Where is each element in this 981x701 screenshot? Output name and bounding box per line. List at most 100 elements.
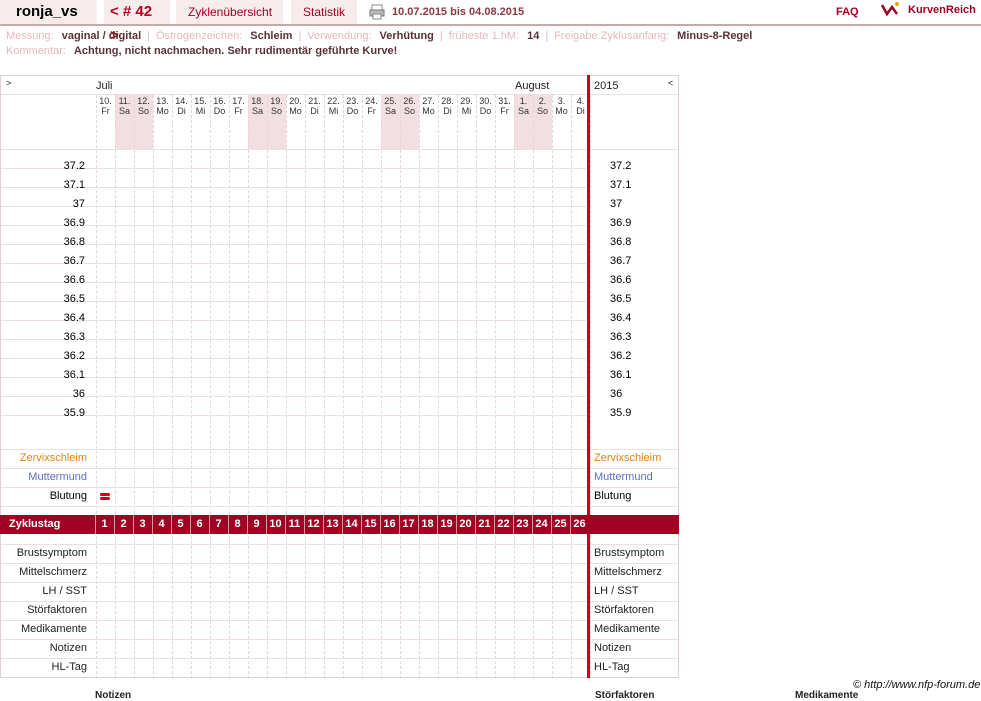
date-column-header: 27. Mo: [419, 96, 438, 149]
tab-cycle-overview[interactable]: Zyklenübersicht: [176, 0, 283, 24]
row-label-right: LH / SST: [594, 585, 639, 597]
day-number: 12.: [137, 96, 150, 106]
day-number: 15.: [194, 96, 207, 106]
cycle-day-number: 9: [253, 518, 260, 530]
date-column-header: 20. Mo: [286, 96, 305, 149]
row-label-left: Störfaktoren: [27, 604, 87, 616]
day-number: 25.: [384, 96, 397, 106]
cycle-day-number: 18: [421, 518, 434, 530]
faq-link[interactable]: FAQ: [836, 6, 859, 18]
row-label-left: Medikamente: [20, 623, 87, 635]
cycle-navigator[interactable]: < # 42 >: [104, 0, 170, 44]
day-number: 16.: [213, 96, 226, 106]
weekday: Mo: [555, 106, 568, 116]
temp-gridline: [1, 396, 586, 397]
row-label-right: Muttermund: [594, 471, 653, 483]
cycle-day-number: 16: [383, 518, 396, 530]
temp-label-left: 36.4: [63, 312, 85, 324]
weekday: Mi: [195, 106, 206, 116]
row-line: [1, 658, 678, 659]
date-column-header: 23. Do: [343, 96, 362, 149]
date-column-header: 29. Mi: [457, 96, 476, 149]
weekday: Do: [479, 106, 492, 116]
temp-gridline: [1, 415, 586, 416]
temp-gridline: [1, 301, 586, 302]
temp-label-left: 36.2: [63, 350, 85, 362]
grid-column-line: [495, 95, 496, 679]
bleeding-marker[interactable]: [100, 493, 110, 496]
date-column-header: 13. Mo: [153, 96, 172, 149]
row-label-left: Blutung: [49, 490, 87, 502]
row-line: [1, 563, 678, 564]
day-number: 29.: [460, 96, 473, 106]
grid-column-line: [381, 95, 382, 679]
copyright[interactable]: © http://www.nfp-forum.de: [853, 679, 980, 691]
cycle-day-number: 15: [364, 518, 377, 530]
cycle-day-bar: Zyklustag 1 2 3 4 5 6 7 8 9 10 11 12 13 14 15 16 17 18 19 2…: [0, 515, 679, 534]
weekday: Mo: [422, 106, 435, 116]
chart-nav-right[interactable]: <: [668, 78, 673, 88]
username-tab[interactable]: ronja_vs: [0, 0, 97, 24]
comment-row: Kommentar: Achtung, nicht nachmachen. Seh…: [6, 45, 403, 57]
tab-statistics[interactable]: Statistik: [291, 0, 357, 24]
row-line: [1, 601, 678, 602]
month-label-july: Juli: [96, 80, 113, 92]
row-label-left: Zervixschleim: [19, 452, 87, 464]
cycle-day-number: 14: [345, 518, 358, 530]
row-line: [1, 506, 678, 507]
cycle-day-number: 22: [497, 518, 510, 530]
temp-gridline: [1, 377, 586, 378]
logo-text[interactable]: KurvenReich: [908, 4, 976, 22]
temp-label-right: 36.4: [610, 312, 632, 324]
date-column-header: 14. Di: [172, 96, 191, 149]
temp-gridline: [1, 282, 586, 283]
grid-column-line: [191, 95, 192, 679]
release-value: Minus-8-Regel: [677, 30, 753, 42]
day-number: 18.: [251, 96, 264, 106]
earliest-label: früheste 1.hM:: [448, 30, 520, 42]
info-row: Messung: vaginal / digital | Östrogenzeiche…: [6, 30, 753, 42]
weekday: Mi: [461, 106, 472, 116]
measurement-label: Messung:: [6, 30, 54, 42]
date-column-header: 15. Mi: [191, 96, 210, 149]
footer-col-notes: Notizen: [95, 690, 132, 701]
weekday: Do: [346, 106, 359, 116]
weekday: Do: [213, 106, 226, 116]
row-label-right: HL-Tag: [594, 661, 630, 673]
printer-icon[interactable]: [369, 4, 385, 20]
weekday: Di: [177, 106, 186, 116]
date-row-line: [1, 149, 678, 150]
date-column-header: 16. Do: [210, 96, 229, 149]
row-label-left: LH / SST: [42, 585, 87, 597]
weekday: So: [137, 106, 149, 116]
date-column-header: 2. So: [533, 96, 552, 149]
date-column-header: 31. Fr: [495, 96, 514, 149]
temp-gridline: [1, 187, 586, 188]
date-column-header: 22. Mi: [324, 96, 343, 149]
day-number: 30.: [479, 96, 492, 106]
temp-gridline: [1, 339, 586, 340]
footer-col-factors: Störfaktoren: [595, 690, 655, 701]
kurvenreich-logo-icon: [880, 2, 899, 17]
day-number: 17.: [232, 96, 245, 106]
weekday: Fr: [500, 106, 509, 116]
grid-column-line: [571, 95, 572, 679]
cycle-date-range: 10.07.2015 bis 04.08.2015: [392, 6, 525, 18]
temp-label-right: 36.5: [610, 293, 632, 305]
bleeding-marker[interactable]: [100, 497, 110, 500]
temp-label-right: 36.2: [610, 350, 632, 362]
temp-label-left: 35.9: [63, 407, 85, 419]
day-number: 3.: [557, 96, 566, 106]
date-column-header: 28. Di: [438, 96, 457, 149]
weekday: Sa: [251, 106, 263, 116]
temp-label-left: 36.5: [63, 293, 85, 305]
chart-nav-left[interactable]: >: [6, 78, 11, 88]
header-row-line: [1, 94, 678, 95]
grid-column-line: [457, 95, 458, 679]
cycle-day-number: 20: [459, 518, 472, 530]
temp-label-left: 36.6: [63, 274, 85, 286]
measurement-value: vaginal / digital: [61, 30, 142, 42]
row-line: [1, 449, 678, 450]
temp-label-left: 37: [72, 198, 85, 210]
comment-label: Kommentar:: [6, 45, 66, 57]
